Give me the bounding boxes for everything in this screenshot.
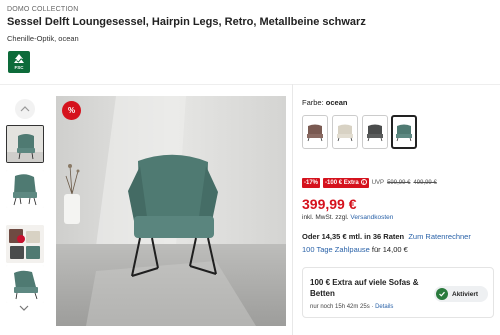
promo-timer: nur noch 15h 42m 25s xyxy=(310,304,370,310)
promo-card: 100 € Extra auf viele Sofas & Betten nur… xyxy=(302,267,494,318)
chair-angled-image xyxy=(6,265,44,303)
color-swatch-cream[interactable] xyxy=(332,115,358,149)
chevron-down-icon xyxy=(19,305,29,311)
thumbnail-angled[interactable] xyxy=(6,265,44,303)
color-label-prefix: Farbe: xyxy=(302,98,326,107)
info-icon: i xyxy=(360,179,367,186)
color-label: Farbe: ocean xyxy=(302,98,347,107)
rate-calculator-link[interactable]: Zum Ratenrechner xyxy=(408,232,471,241)
current-price: 399,99 € xyxy=(302,196,357,212)
chevron-up-icon xyxy=(20,106,30,112)
main-product-image[interactable] xyxy=(56,96,286,326)
uvp-label: UVP xyxy=(371,180,385,186)
thumbnails-up-button[interactable] xyxy=(15,99,35,119)
chair-cream-icon xyxy=(337,124,353,142)
header-divider xyxy=(0,84,500,85)
chair-brown-icon xyxy=(307,124,323,142)
discount-percent-tag: -17% xyxy=(302,178,321,188)
brand-name[interactable]: DOMO COLLECTION xyxy=(7,6,78,13)
promo-activated-toggle[interactable]: Aktiviert xyxy=(434,286,488,302)
payment-pause-link[interactable]: 100 Tage Zahlpause xyxy=(302,245,370,254)
payment-pause-text: für 14,00 € xyxy=(369,245,408,254)
promo-subline: nur noch 15h 42m 25s · Details xyxy=(310,304,393,310)
promo-title: 100 € Extra auf viele Sofas & Betten xyxy=(310,278,419,298)
price-badges-row: -17% -100 € Extra i UVP 599,99 € 499,99 € xyxy=(302,178,437,188)
thumbnail-side[interactable] xyxy=(6,170,44,208)
promo-details-link[interactable]: Details xyxy=(375,304,393,310)
tree-check-icon xyxy=(14,53,24,63)
uvp-price: 599,99 € xyxy=(387,180,411,186)
thumbnail-front[interactable] xyxy=(6,125,44,163)
payment-pause-info: 100 Tage Zahlpause für 14,00 € xyxy=(302,245,408,254)
chair-side-image xyxy=(6,170,44,208)
thumbnail-swatches[interactable] xyxy=(6,225,44,263)
product-subtitle: Chenille-Optik, ocean xyxy=(7,34,79,43)
tax-text: inkl. MwSt. zzgl. xyxy=(302,214,351,221)
color-swatch-brown[interactable] xyxy=(302,115,328,149)
color-swatch-ocean[interactable] xyxy=(391,115,417,149)
tax-info: inkl. MwSt. zzgl. Versandkosten xyxy=(302,214,393,221)
toggle-label: Aktiviert xyxy=(452,290,479,298)
shipping-costs-link[interactable]: Versandkosten xyxy=(350,214,393,221)
extra-discount-label: -100 € Extra xyxy=(325,180,359,186)
chair-room-scene xyxy=(56,96,286,326)
thumbnails-down-button[interactable] xyxy=(13,300,35,316)
installment-text: Oder 14,35 € mtl. in 36 Raten xyxy=(302,232,405,241)
discount-badge: % xyxy=(62,101,81,120)
check-icon xyxy=(436,288,448,300)
installment-info: Oder 14,35 € mtl. in 36 Raten Zum Ratenr… xyxy=(302,232,471,241)
chair-anthracite-icon xyxy=(367,124,383,142)
color-swatch-anthracite[interactable] xyxy=(362,115,388,149)
chair-ocean-icon xyxy=(396,124,412,142)
fsc-label: FSC xyxy=(14,64,24,70)
column-divider xyxy=(292,84,293,335)
extra-discount-tag[interactable]: -100 € Extra i xyxy=(323,178,369,188)
fsc-logo[interactable]: FSC xyxy=(8,51,30,73)
color-selected-name: ocean xyxy=(325,98,348,107)
chair-front-image xyxy=(7,126,43,162)
fabric-swatches-image xyxy=(6,225,44,263)
old-price: 499,99 € xyxy=(413,180,437,186)
product-title: Sessel Delft Loungesessel, Hairpin Legs,… xyxy=(7,16,366,28)
